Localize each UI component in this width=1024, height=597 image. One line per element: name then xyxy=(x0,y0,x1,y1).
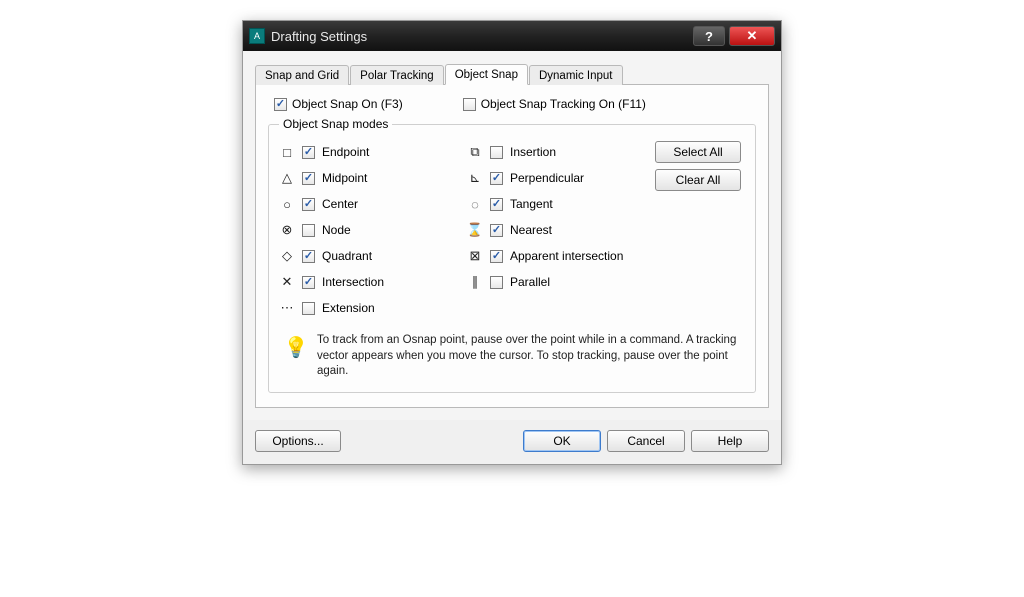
mode-checkbox[interactable] xyxy=(302,198,315,211)
mode-row: ⊠ Apparent intersection xyxy=(467,243,645,269)
lightbulb-icon: 💡 xyxy=(285,333,307,361)
object-snap-on-checkbox[interactable]: Object Snap On (F3) xyxy=(274,97,403,111)
mode-row: □ Endpoint xyxy=(279,139,457,165)
tab-snap-and-grid[interactable]: Snap and Grid xyxy=(255,65,349,85)
object-snap-panel: Object Snap On (F3) Object Snap Tracking… xyxy=(255,85,769,408)
extension-icon: ⋯ xyxy=(279,300,295,316)
mode-label: Insertion xyxy=(510,145,556,159)
mode-row: ⧉ Insertion xyxy=(467,139,645,165)
dialog-button-bar: Options... OK Cancel Help xyxy=(243,420,781,464)
help-button[interactable]: Help xyxy=(691,430,769,452)
mode-row: ∥ Parallel xyxy=(467,269,645,295)
mode-checkbox[interactable] xyxy=(302,276,315,289)
tab-object-snap[interactable]: Object Snap xyxy=(445,64,528,85)
mode-label: Center xyxy=(322,197,358,211)
drafting-settings-dialog: A Drafting Settings ? ✕ Snap and Grid Po… xyxy=(242,20,782,465)
insertion-icon: ⧉ xyxy=(467,144,483,160)
clear-all-button[interactable]: Clear All xyxy=(655,169,741,191)
mode-label: Quadrant xyxy=(322,249,372,263)
modes-left-column: □ Endpoint △ Midpoint ○ Center ⊗ Node ◇ Quadrant ✕… xyxy=(279,139,457,321)
mode-row: ⌛ Nearest xyxy=(467,217,645,243)
dialog-content: Snap and Grid Polar Tracking Object Snap… xyxy=(243,51,781,420)
modes-legend: Object Snap modes xyxy=(279,117,392,131)
tracking-hint: 💡 To track from an Osnap point, pause ov… xyxy=(279,333,745,380)
apparent-intersection-icon: ⊠ xyxy=(467,248,483,264)
ok-button[interactable]: OK xyxy=(523,430,601,452)
mode-checkbox[interactable] xyxy=(490,224,503,237)
modes-right-column: ⧉ Insertion ⊾ Perpendicular ◌ Tangent ⌛ Nearest… xyxy=(467,139,645,321)
app-icon: A xyxy=(249,28,265,44)
mode-checkbox[interactable] xyxy=(302,224,315,237)
mode-checkbox[interactable] xyxy=(490,172,503,185)
mode-checkbox[interactable] xyxy=(490,146,503,159)
titlebar-help-button[interactable]: ? xyxy=(693,26,725,46)
mode-label: Node xyxy=(322,223,351,237)
mode-row: △ Midpoint xyxy=(279,165,457,191)
mode-row: ◌ Tangent xyxy=(467,191,645,217)
titlebar: A Drafting Settings ? ✕ xyxy=(243,21,781,51)
object-snap-on-label: Object Snap On (F3) xyxy=(292,97,403,111)
cancel-button[interactable]: Cancel xyxy=(607,430,685,452)
mode-label: Apparent intersection xyxy=(510,249,623,263)
checkbox-icon xyxy=(463,98,476,111)
mode-checkbox[interactable] xyxy=(302,146,315,159)
mode-label: Endpoint xyxy=(322,145,369,159)
mode-row: ⊾ Perpendicular xyxy=(467,165,645,191)
object-snap-modes-group: Object Snap modes □ Endpoint △ Midpoint ○ Cen… xyxy=(268,117,756,393)
tab-strip: Snap and Grid Polar Tracking Object Snap… xyxy=(255,61,769,85)
mode-checkbox[interactable] xyxy=(490,198,503,211)
mode-label: Parallel xyxy=(510,275,550,289)
endpoint-icon: □ xyxy=(279,144,295,160)
center-icon: ○ xyxy=(279,196,295,212)
quadrant-icon: ◇ xyxy=(279,248,295,264)
tab-dynamic-input[interactable]: Dynamic Input xyxy=(529,65,623,85)
perpendicular-icon: ⊾ xyxy=(467,170,483,186)
mode-checkbox[interactable] xyxy=(302,172,315,185)
mode-label: Midpoint xyxy=(322,171,367,185)
mode-label: Perpendicular xyxy=(510,171,584,185)
mode-checkbox[interactable] xyxy=(302,250,315,263)
tab-polar-tracking[interactable]: Polar Tracking xyxy=(350,65,444,85)
mode-row: ✕ Intersection xyxy=(279,269,457,295)
mode-checkbox[interactable] xyxy=(490,250,503,263)
intersection-icon: ✕ xyxy=(279,274,295,290)
window-title: Drafting Settings xyxy=(271,29,367,44)
mode-row: ◇ Quadrant xyxy=(279,243,457,269)
mode-label: Intersection xyxy=(322,275,384,289)
mode-row: ⊗ Node xyxy=(279,217,457,243)
options-button[interactable]: Options... xyxy=(255,430,341,452)
mode-checkbox[interactable] xyxy=(302,302,315,315)
mode-label: Extension xyxy=(322,301,375,315)
tangent-icon: ◌ xyxy=(467,196,483,212)
titlebar-close-button[interactable]: ✕ xyxy=(729,26,775,46)
mode-checkbox[interactable] xyxy=(490,276,503,289)
checkbox-icon xyxy=(274,98,287,111)
node-icon: ⊗ xyxy=(279,222,295,238)
midpoint-icon: △ xyxy=(279,170,295,186)
nearest-icon: ⌛ xyxy=(467,222,483,238)
object-snap-tracking-label: Object Snap Tracking On (F11) xyxy=(481,97,646,111)
parallel-icon: ∥ xyxy=(467,274,483,290)
mode-label: Nearest xyxy=(510,223,552,237)
mode-label: Tangent xyxy=(510,197,553,211)
select-all-button[interactable]: Select All xyxy=(655,141,741,163)
mode-row: ⋯ Extension xyxy=(279,295,457,321)
mode-row: ○ Center xyxy=(279,191,457,217)
object-snap-tracking-checkbox[interactable]: Object Snap Tracking On (F11) xyxy=(463,97,646,111)
hint-text: To track from an Osnap point, pause over… xyxy=(317,333,739,380)
